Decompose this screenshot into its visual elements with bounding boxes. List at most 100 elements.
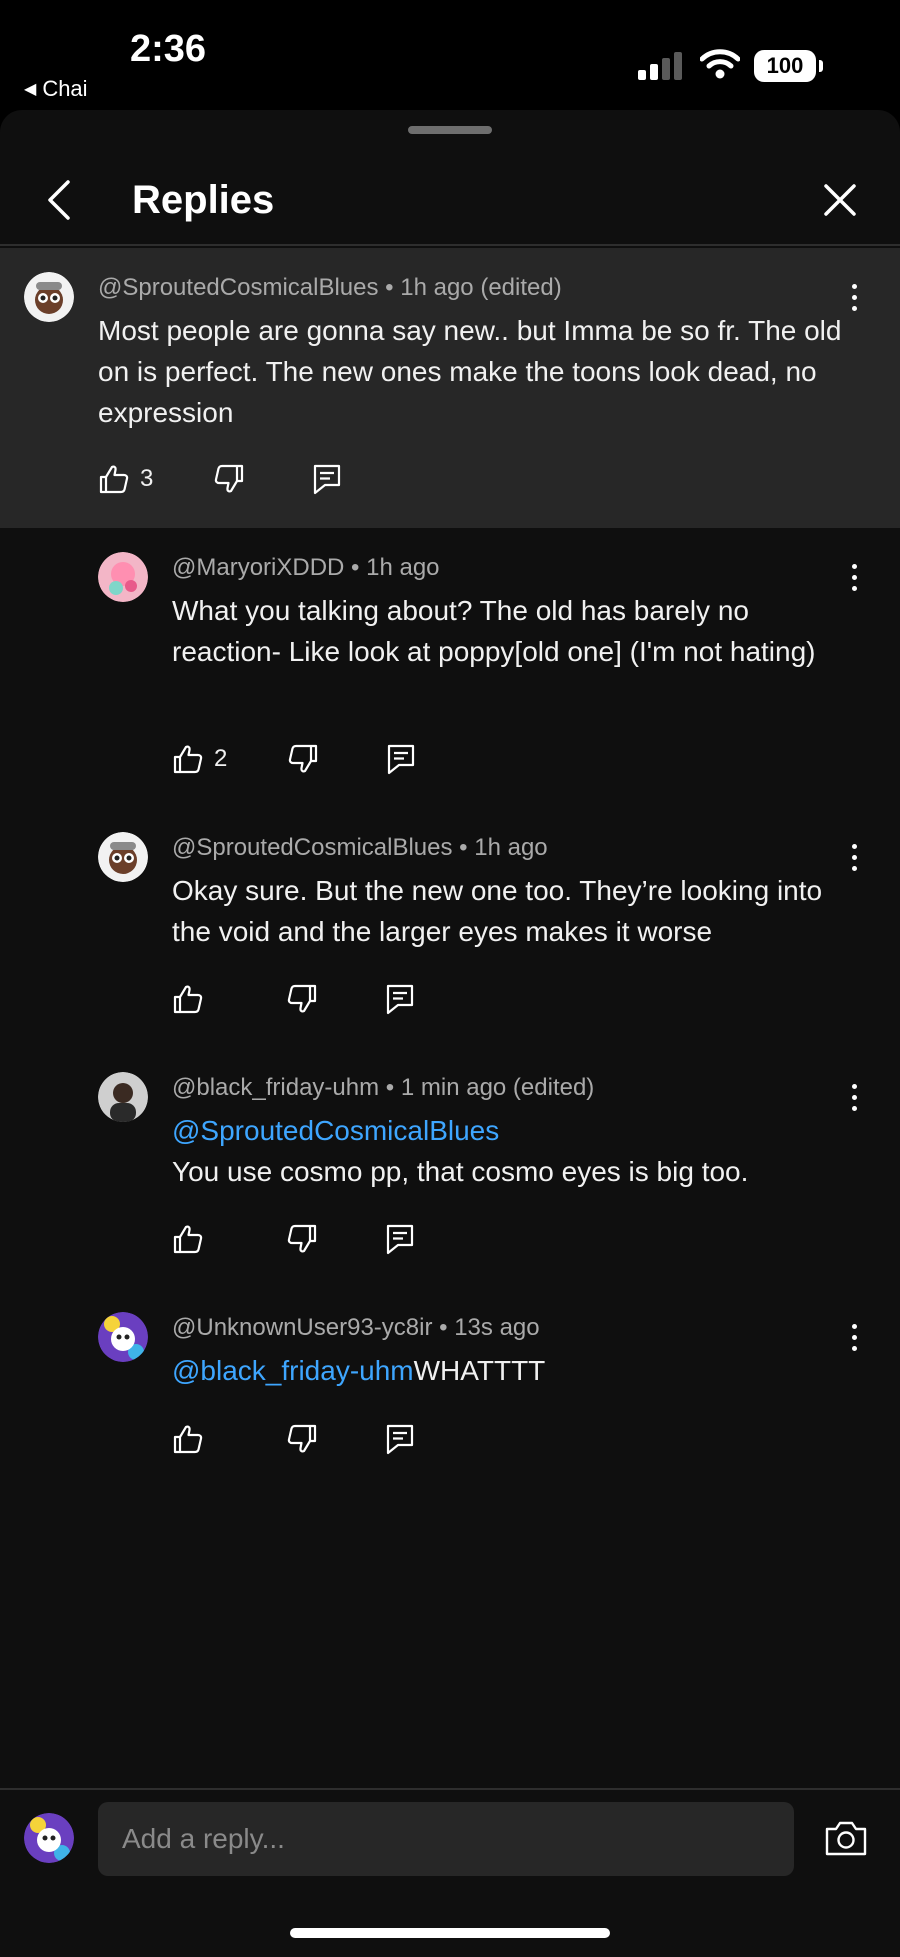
avatar xyxy=(24,1813,74,1863)
like-button[interactable]: 2 xyxy=(172,743,227,775)
dislike-button[interactable] xyxy=(287,743,319,775)
reply-icon xyxy=(386,1424,414,1455)
comment-time: 13s ago xyxy=(454,1314,540,1341)
comment-actions xyxy=(172,1422,416,1456)
back-app-label: Chai xyxy=(42,76,88,101)
reply-button[interactable] xyxy=(311,463,343,495)
back-triangle-icon: ◀ xyxy=(24,81,37,98)
reply-button[interactable] xyxy=(384,1223,416,1255)
comment-time: 1h ago xyxy=(474,834,548,861)
reply-icon xyxy=(314,464,341,495)
comment-author[interactable]: @SproutedCosmicalBlues xyxy=(172,834,453,861)
chevron-left-icon[interactable] xyxy=(40,176,80,224)
replies-header: Replies xyxy=(0,146,900,246)
like-button[interactable] xyxy=(172,1423,204,1455)
kebab-icon[interactable] xyxy=(848,1084,860,1114)
thumb-up-icon xyxy=(173,1425,203,1454)
wifi-icon xyxy=(700,49,740,79)
thumb-down-icon xyxy=(287,1424,317,1453)
back-to-app[interactable]: ◀ Chai xyxy=(24,76,88,102)
reply-button[interactable] xyxy=(384,1423,416,1455)
kebab-icon[interactable] xyxy=(848,844,860,874)
dislike-button[interactable] xyxy=(286,1223,318,1255)
comment-actions xyxy=(172,1222,416,1256)
dislike-button[interactable] xyxy=(286,983,318,1015)
avatar[interactable] xyxy=(24,272,74,322)
comment-meta: @MaryoriXDDD • 1h ago xyxy=(172,554,440,582)
drag-handle[interactable] xyxy=(408,126,492,134)
comment-time: 1h ago xyxy=(366,554,440,581)
meta-separator: • xyxy=(459,834,475,861)
status-time: 2:36 xyxy=(130,28,207,70)
meta-separator: • xyxy=(385,274,401,301)
meta-separator: • xyxy=(439,1314,455,1341)
status-bar: 2:36 ◀ Chai 100 xyxy=(0,0,900,110)
battery-indicator: 100 xyxy=(754,50,823,82)
thumb-up-icon xyxy=(99,465,129,494)
comment-author[interactable]: @black_friday-uhm xyxy=(172,1074,379,1101)
reply-button[interactable] xyxy=(385,743,417,775)
thumb-down-icon xyxy=(289,744,318,773)
composer-divider xyxy=(0,1788,900,1790)
reply-icon xyxy=(388,744,415,775)
reply-item: @MaryoriXDDD • 1h ago What you talking a… xyxy=(0,528,900,808)
comment-text: @black_friday-uhmWHATTTT xyxy=(172,1350,832,1391)
comment-text: @SproutedCosmicalBlues You use cosmo pp,… xyxy=(172,1110,832,1192)
thumb-down-icon xyxy=(287,1224,317,1253)
comment-actions: 2 xyxy=(172,742,417,776)
avatar[interactable] xyxy=(98,832,148,882)
like-button[interactable] xyxy=(172,983,204,1015)
comment-text: Okay sure. But the new one too. They’re … xyxy=(172,875,823,947)
thumb-down-icon xyxy=(287,984,317,1013)
meta-separator: • xyxy=(351,554,367,581)
close-icon[interactable] xyxy=(820,180,860,220)
reply-item: @UnknownUser93-yc8ir • 13s ago @black_fr… xyxy=(0,1288,900,1488)
comment-author[interactable]: @MaryoriXDDD xyxy=(172,554,344,581)
comment-time: 1h ago (edited) xyxy=(400,274,562,301)
comment-text-body: You use cosmo pp, that cosmo eyes is big… xyxy=(172,1156,749,1187)
comment-author[interactable]: @UnknownUser93-yc8ir xyxy=(172,1314,432,1341)
mention-link[interactable]: @black_friday-uhm xyxy=(172,1355,414,1386)
thumb-up-icon xyxy=(173,745,203,774)
comment-text: What you talking about? The old has bare… xyxy=(172,595,816,667)
kebab-icon[interactable] xyxy=(848,284,860,314)
comment-text: Most people are gonna say new.. but Imma… xyxy=(98,315,842,428)
comment-meta: @black_friday-uhm • 1 min ago (edited) xyxy=(172,1074,594,1102)
like-button[interactable]: 3 xyxy=(98,463,153,495)
parent-comment: @SproutedCosmicalBlues • 1h ago (edited)… xyxy=(0,248,900,528)
comment-meta: @SproutedCosmicalBlues • 1h ago xyxy=(172,834,548,862)
like-count: 3 xyxy=(140,465,154,492)
reply-icon xyxy=(386,984,414,1015)
dislike-button[interactable] xyxy=(213,463,245,495)
comment-actions: 3 xyxy=(98,462,343,496)
reply-button[interactable] xyxy=(384,983,416,1015)
signal-icon xyxy=(638,52,682,80)
reply-item: @SproutedCosmicalBlues • 1h ago Okay sur… xyxy=(0,808,900,1048)
avatar[interactable] xyxy=(98,552,148,602)
kebab-icon[interactable] xyxy=(848,1324,860,1354)
thumb-up-icon xyxy=(173,1225,203,1254)
mention-link[interactable]: @SproutedCosmicalBlues xyxy=(172,1110,832,1151)
comment-meta: @SproutedCosmicalBlues • 1h ago (edited) xyxy=(98,274,562,302)
comment-meta: @UnknownUser93-yc8ir • 13s ago xyxy=(172,1314,540,1342)
reply-icon xyxy=(386,1224,414,1255)
header-divider xyxy=(0,244,900,246)
camera-icon[interactable] xyxy=(824,1818,868,1858)
comment-text-body: WHATTTT xyxy=(413,1355,546,1386)
meta-separator: • xyxy=(385,1074,401,1101)
comment-author[interactable]: @SproutedCosmicalBlues xyxy=(98,274,379,301)
dislike-button[interactable] xyxy=(286,1423,318,1455)
avatar[interactable] xyxy=(98,1312,148,1362)
page-title: Replies xyxy=(132,178,275,222)
comment-actions xyxy=(172,982,416,1016)
reply-item: @black_friday-uhm • 1 min ago (edited) @… xyxy=(0,1048,900,1288)
home-indicator[interactable] xyxy=(290,1928,610,1938)
avatar[interactable] xyxy=(98,1072,148,1122)
comment-time: 1 min ago (edited) xyxy=(400,1074,595,1101)
like-button[interactable] xyxy=(172,1223,204,1255)
kebab-icon[interactable] xyxy=(848,564,860,594)
thumb-down-icon xyxy=(215,464,244,493)
like-count: 2 xyxy=(214,745,228,772)
reply-input[interactable] xyxy=(98,1802,794,1876)
thumb-up-icon xyxy=(173,985,203,1014)
